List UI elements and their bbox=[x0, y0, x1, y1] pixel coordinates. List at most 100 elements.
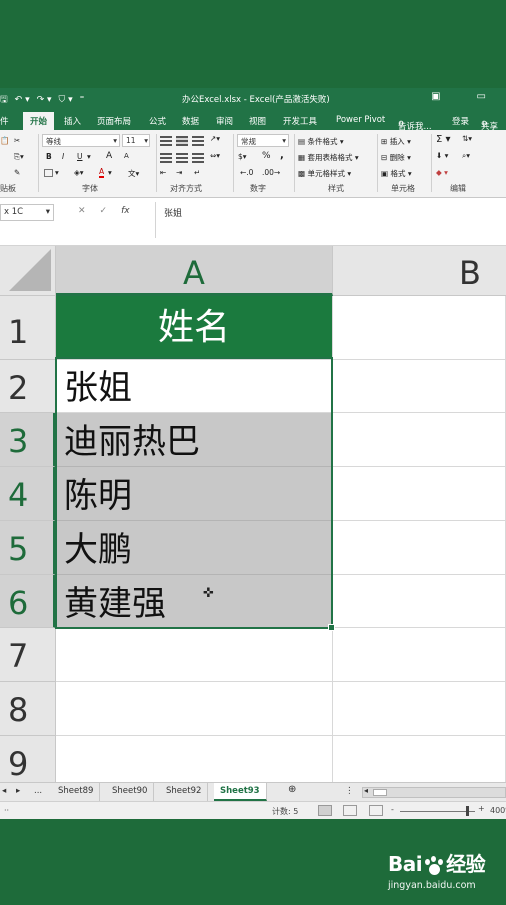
zoom-in-button[interactable]: + bbox=[478, 804, 485, 813]
cell-b6[interactable] bbox=[333, 575, 506, 628]
paste-icon[interactable]: 📋 bbox=[0, 136, 9, 145]
copy-icon[interactable]: ⎘▾ bbox=[14, 152, 24, 162]
sheet-tab-sheet92[interactable]: Sheet92 bbox=[160, 783, 209, 801]
font-color-button[interactable]: A bbox=[99, 167, 105, 178]
decrease-decimal-icon[interactable]: .00→ bbox=[262, 168, 280, 177]
increase-decimal-icon[interactable]: ←.0 bbox=[240, 168, 253, 177]
enter-icon[interactable]: ✓ bbox=[100, 206, 108, 216]
cancel-icon[interactable]: ✕ bbox=[78, 206, 86, 216]
cell-a7[interactable] bbox=[56, 628, 333, 682]
page-break-view-icon[interactable] bbox=[369, 805, 383, 816]
conditional-format-button[interactable]: ▤ 条件格式 ▾ bbox=[298, 136, 344, 147]
row-header-2[interactable]: 2 bbox=[0, 360, 56, 413]
cell-a1[interactable]: 姓名 bbox=[56, 296, 333, 360]
cell-a9[interactable] bbox=[56, 736, 333, 782]
font-size-select[interactable]: 11 ▾ bbox=[122, 134, 150, 147]
row-header-6[interactable]: 6 bbox=[0, 575, 56, 628]
chevron-down-icon[interactable]: ▾ bbox=[87, 152, 91, 161]
align-right-icon[interactable] bbox=[192, 153, 204, 163]
bold-button[interactable]: B bbox=[46, 152, 52, 161]
zoom-out-button[interactable]: - bbox=[391, 805, 394, 814]
font-name-select[interactable]: 等线 ▾ bbox=[42, 134, 120, 147]
row-header-9[interactable]: 9 bbox=[0, 736, 56, 782]
cell-b7[interactable] bbox=[333, 628, 506, 682]
row-header-4[interactable]: 4 bbox=[0, 467, 56, 521]
align-top-icon[interactable] bbox=[160, 136, 172, 146]
comma-button[interactable]: , bbox=[280, 150, 284, 161]
fill-handle[interactable] bbox=[328, 624, 335, 631]
cell-a3[interactable]: 迪丽热巴 bbox=[56, 413, 333, 467]
underline-button[interactable]: U bbox=[77, 152, 83, 161]
tab-view[interactable]: 视图 bbox=[249, 115, 266, 127]
wrap-text-icon[interactable]: ↵ bbox=[194, 168, 200, 177]
row-header-7[interactable]: 7 bbox=[0, 628, 56, 682]
zoom-level[interactable]: 400% bbox=[490, 806, 506, 815]
tab-data[interactable]: 数据 bbox=[182, 115, 199, 127]
delete-cells-button[interactable]: ⊟ 删除 ▾ bbox=[381, 152, 411, 163]
shrink-font-button[interactable]: A bbox=[124, 152, 129, 160]
sort-filter-icon[interactable]: ⇅▾ bbox=[462, 134, 472, 143]
cell-a6[interactable]: 黄建强 bbox=[56, 575, 333, 628]
customize-icon[interactable]: ⛉ ▾ bbox=[59, 95, 73, 105]
decrease-indent-icon[interactable]: ⇤ bbox=[160, 168, 166, 177]
cell-b9[interactable] bbox=[333, 736, 506, 782]
more-icon[interactable]: ⁼ bbox=[80, 95, 85, 105]
percent-button[interactable]: % bbox=[262, 151, 271, 161]
clear-icon[interactable]: ◆ ▾ bbox=[436, 168, 448, 177]
format-table-button[interactable]: ▦ 套用表格格式 ▾ bbox=[298, 152, 359, 163]
chevron-down-icon[interactable]: ▾ bbox=[108, 168, 112, 177]
number-format-select[interactable]: 常规 ▾ bbox=[237, 134, 289, 147]
sheet-tab-sheet89[interactable]: Sheet89 bbox=[52, 783, 101, 801]
row-header-5[interactable]: 5 bbox=[0, 521, 56, 575]
orientation-icon[interactable]: ↗▾ bbox=[210, 134, 220, 143]
insert-function-icon[interactable]: fx bbox=[121, 206, 130, 216]
tab-page-layout[interactable]: 页面布局 bbox=[97, 115, 131, 127]
cell-b3[interactable] bbox=[333, 413, 506, 467]
normal-view-icon[interactable] bbox=[318, 805, 332, 816]
cell-b1[interactable] bbox=[333, 296, 506, 360]
cell-b4[interactable] bbox=[333, 467, 506, 521]
align-middle-icon[interactable] bbox=[176, 136, 188, 146]
currency-button[interactable]: $▾ bbox=[238, 152, 247, 161]
name-box[interactable]: x 1C ▾ bbox=[0, 204, 54, 221]
align-left-icon[interactable] bbox=[160, 153, 172, 163]
split-handle-icon[interactable]: ⋮ bbox=[345, 786, 354, 796]
cell-a2[interactable]: 张姐 bbox=[56, 360, 333, 413]
sheet-nav-next-icon[interactable]: ▸ bbox=[16, 786, 20, 796]
format-painter-icon[interactable]: ✎ bbox=[14, 168, 20, 177]
merge-center-icon[interactable]: ⇔▾ bbox=[210, 151, 220, 160]
fill-icon[interactable]: ⬇ ▾ bbox=[436, 151, 448, 160]
page-layout-view-icon[interactable] bbox=[343, 805, 357, 816]
tab-file[interactable]: 件 bbox=[0, 115, 9, 127]
scrollbar-thumb[interactable] bbox=[373, 789, 387, 796]
borders-icon[interactable]: ▾ bbox=[44, 168, 59, 177]
minimize-icon[interactable]: ▭ bbox=[477, 91, 486, 102]
autosum-icon[interactable]: Σ ▾ bbox=[436, 134, 451, 145]
cell-a8[interactable] bbox=[56, 682, 333, 736]
sheet-tab-sheet90[interactable]: Sheet90 bbox=[106, 783, 155, 801]
grow-font-button[interactable]: A bbox=[106, 151, 112, 161]
fill-color-icon[interactable]: ◈▾ bbox=[74, 168, 84, 177]
scroll-left-icon[interactable]: ◂ bbox=[364, 786, 368, 795]
save-icon[interactable]: 🖫 bbox=[0, 92, 8, 108]
format-cells-button[interactable]: ▣ 格式 ▾ bbox=[381, 168, 412, 179]
cell-b5[interactable] bbox=[333, 521, 506, 575]
tab-formulas[interactable]: 公式 bbox=[149, 115, 166, 127]
sign-in-link[interactable]: 登录 bbox=[452, 115, 469, 127]
add-sheet-icon[interactable]: ⊕ bbox=[288, 784, 296, 795]
tab-insert[interactable]: 插入 bbox=[64, 115, 81, 127]
cell-a5[interactable]: 大鹏 bbox=[56, 521, 333, 575]
column-header-a[interactable]: A bbox=[56, 246, 333, 296]
tab-power-pivot[interactable]: Power Pivot bbox=[336, 115, 385, 125]
redo-icon[interactable]: ↷ ▾ bbox=[37, 95, 52, 105]
zoom-slider-knob[interactable] bbox=[466, 806, 469, 816]
cell-b8[interactable] bbox=[333, 682, 506, 736]
row-header-1[interactable]: 1 bbox=[0, 296, 56, 360]
find-select-icon[interactable]: ⌕▾ bbox=[462, 151, 470, 161]
formula-input[interactable]: 张姐 bbox=[155, 202, 506, 238]
cell-b2[interactable] bbox=[333, 360, 506, 413]
tab-home[interactable]: 开始 bbox=[23, 112, 55, 130]
select-all-button[interactable] bbox=[0, 246, 56, 296]
sheet-tab-sheet93[interactable]: Sheet93 bbox=[214, 783, 267, 801]
cell-styles-button[interactable]: ▩ 单元格样式 ▾ bbox=[298, 168, 351, 179]
